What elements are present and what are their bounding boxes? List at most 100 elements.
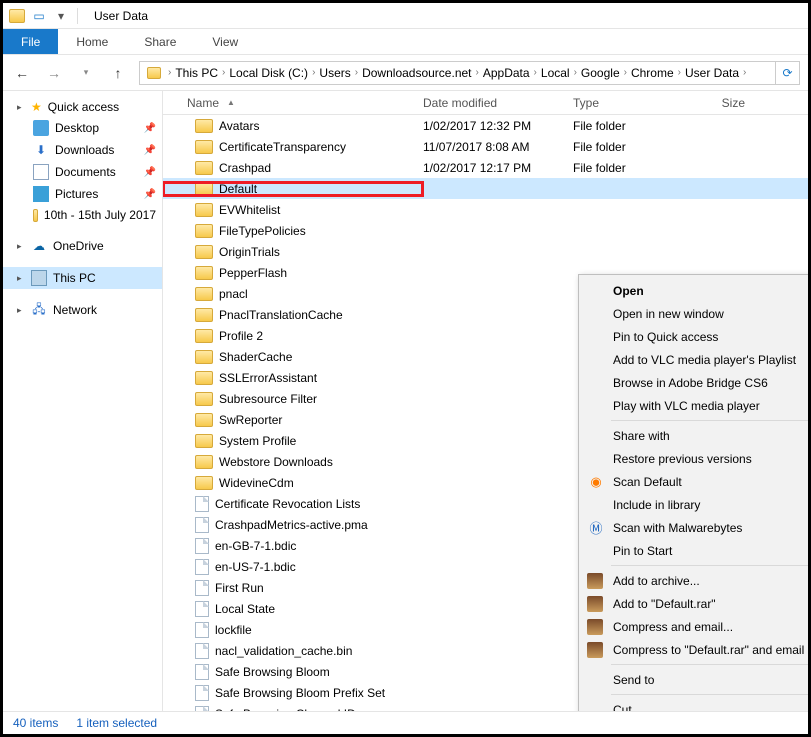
avast-icon: ◉ — [587, 473, 605, 491]
file-tab[interactable]: File — [3, 29, 58, 54]
chevron-right-icon[interactable]: › — [743, 67, 746, 78]
folder-icon — [144, 63, 164, 83]
file-icon — [195, 643, 209, 659]
column-headers[interactable]: Name▲ Date modified Type Size — [163, 91, 808, 115]
file-row[interactable]: Default — [163, 178, 808, 199]
file-row[interactable]: FileTypePolicies — [163, 220, 808, 241]
breadcrumb-part[interactable]: Chrome — [631, 66, 674, 80]
breadcrumb-part[interactable]: User Data — [685, 66, 739, 80]
folder-icon — [195, 329, 213, 343]
tab-share[interactable]: Share — [126, 29, 194, 54]
sidebar-onedrive[interactable]: ▸☁ OneDrive — [3, 235, 162, 257]
tab-view[interactable]: View — [194, 29, 256, 54]
chevron-right-icon[interactable]: › — [355, 67, 358, 78]
file-icon — [195, 685, 209, 701]
forward-button[interactable]: → — [43, 62, 65, 84]
pin-icon: 📌 — [144, 167, 156, 178]
tab-home[interactable]: Home — [58, 29, 126, 54]
menu-item-label: Browse in Adobe Bridge CS6 — [613, 376, 768, 390]
chevron-right-icon[interactable]: › — [476, 67, 479, 78]
breadcrumb-part[interactable]: Users — [319, 66, 350, 80]
chevron-right-icon[interactable]: › — [222, 67, 225, 78]
menu-item[interactable]: Open in new window — [581, 302, 808, 325]
qat-properties-icon[interactable]: ▭ — [29, 6, 49, 26]
sidebar-this-pc[interactable]: ▸ This PC — [3, 267, 162, 289]
file-row[interactable]: EVWhitelist — [163, 199, 808, 220]
file-name: Subresource Filter — [219, 392, 317, 406]
sidebar-quick-access[interactable]: ▸★ Quick access — [3, 97, 162, 117]
menu-item[interactable]: Compress to "Default.rar" and email — [581, 638, 808, 661]
chevron-right-icon[interactable]: › — [168, 67, 171, 78]
breadcrumb-part[interactable]: Downloadsource.net — [362, 66, 471, 80]
file-pane: Name▲ Date modified Type Size Avatars1/0… — [163, 91, 808, 711]
sidebar-item[interactable]: ⬇Downloads📌 — [3, 139, 162, 161]
mwb-icon: Ⓜ — [587, 519, 605, 537]
menu-item[interactable]: Open — [581, 279, 808, 302]
col-name[interactable]: Name▲ — [163, 96, 423, 110]
sidebar-item[interactable]: 10th - 15th July 2017 — [3, 205, 162, 225]
file-type: File folder — [573, 119, 673, 133]
breadcrumb[interactable]: › This PC › Local Disk (C:) › Users › Download… — [139, 61, 776, 85]
col-size[interactable]: Size — [673, 96, 753, 110]
file-row[interactable]: OriginTrials — [163, 241, 808, 262]
file-icon — [195, 664, 209, 680]
file-name: Local State — [215, 602, 275, 616]
menu-item[interactable]: Cut — [581, 698, 808, 711]
menu-item-label: Cut — [613, 703, 632, 712]
chevron-right-icon[interactable]: › — [312, 67, 315, 78]
file-row[interactable]: CertificateTransparency11/07/2017 8:08 A… — [163, 136, 808, 157]
menu-item-label: Scan Default — [613, 475, 682, 489]
folder-icon — [195, 392, 213, 406]
breadcrumb-part[interactable]: Google — [581, 66, 620, 80]
chevron-right-icon[interactable]: › — [534, 67, 537, 78]
qat-dropdown-icon[interactable]: ▾ — [51, 6, 71, 26]
col-date[interactable]: Date modified — [423, 96, 573, 110]
menu-separator — [611, 664, 808, 665]
chevron-right-icon[interactable]: › — [624, 67, 627, 78]
up-button[interactable]: ↑ — [107, 62, 129, 84]
sidebar-network[interactable]: ▸🖧 Network — [3, 299, 162, 321]
menu-item[interactable]: Include in library▶ — [581, 493, 808, 516]
sidebar-item-label: Downloads — [55, 143, 114, 157]
file-name: FileTypePolicies — [219, 224, 306, 238]
menu-item[interactable]: Restore previous versions — [581, 447, 808, 470]
menu-item[interactable]: Add to VLC media player's Playlist — [581, 348, 808, 371]
file-name: Avatars — [219, 119, 259, 133]
sidebar-item[interactable]: Pictures📌 — [3, 183, 162, 205]
menu-item[interactable]: Send to▶ — [581, 668, 808, 691]
desktop-icon — [33, 120, 49, 136]
breadcrumb-part[interactable]: Local — [541, 66, 570, 80]
menu-item[interactable]: ⓂScan with Malwarebytes — [581, 516, 808, 539]
star-icon: ★ — [31, 100, 42, 114]
back-button[interactable]: ← — [11, 62, 33, 84]
breadcrumb-part[interactable]: This PC — [175, 66, 218, 80]
menu-item[interactable]: ◉ Scan Default — [581, 470, 808, 493]
refresh-button[interactable]: ⟳ — [776, 61, 800, 85]
file-row[interactable]: Crashpad1/02/2017 12:17 PMFile folder — [163, 157, 808, 178]
file-name: Crashpad — [219, 161, 271, 175]
menu-item-label: Share with — [613, 429, 670, 443]
menu-item[interactable]: Add to "Default.rar" — [581, 592, 808, 615]
chevron-right-icon[interactable]: › — [574, 67, 577, 78]
recent-dropdown[interactable]: ▾ — [75, 62, 97, 84]
menu-item[interactable]: Pin to Quick access — [581, 325, 808, 348]
menu-item[interactable]: Play with VLC media player — [581, 394, 808, 417]
breadcrumb-part[interactable]: Local Disk (C:) — [229, 66, 308, 80]
menu-item[interactable]: Compress and email... — [581, 615, 808, 638]
menu-item[interactable]: Share with▶ — [581, 424, 808, 447]
col-type[interactable]: Type — [573, 96, 673, 110]
breadcrumb-part[interactable]: AppData — [483, 66, 530, 80]
sidebar-item[interactable]: Desktop📌 — [3, 117, 162, 139]
chevron-right-icon[interactable]: › — [678, 67, 681, 78]
file-row[interactable]: Avatars1/02/2017 12:32 PMFile folder — [163, 115, 808, 136]
folder-icon — [195, 308, 213, 322]
file-name: SSLErrorAssistant — [219, 371, 317, 385]
menu-item[interactable]: Pin to Start — [581, 539, 808, 562]
menu-separator — [611, 694, 808, 695]
menu-item[interactable]: Add to archive... — [581, 569, 808, 592]
file-name: Certificate Revocation Lists — [215, 497, 360, 511]
sidebar-item[interactable]: Documents📌 — [3, 161, 162, 183]
menu-item[interactable]: Browse in Adobe Bridge CS6 — [581, 371, 808, 394]
file-name: OriginTrials — [219, 245, 280, 259]
file-icon — [195, 559, 209, 575]
